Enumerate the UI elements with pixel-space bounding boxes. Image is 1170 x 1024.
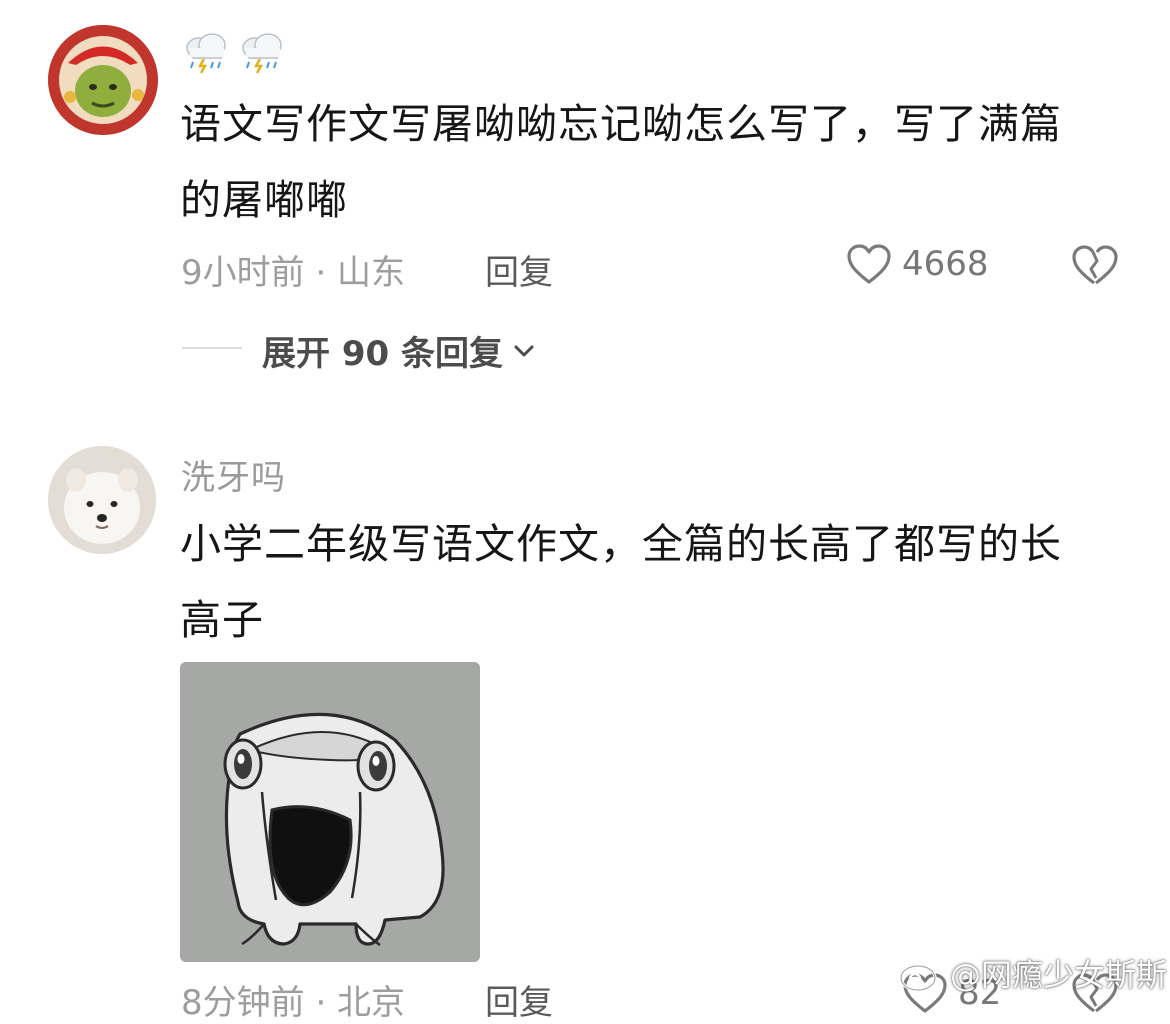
heart-icon <box>847 244 891 284</box>
comment-body: 小学二年级写语文作文，全篇的长高了都写的长 高子 <box>180 506 1140 658</box>
chevron-down-icon <box>514 345 534 356</box>
comment-text-line: 小学二年级写语文作文，全篇的长高了都写的长 <box>180 520 1062 568</box>
expand-divider <box>182 347 242 349</box>
watermark-text: @网瘾少女斯斯 <box>950 958 1167 994</box>
attached-image[interactable] <box>180 662 480 962</box>
like-count: 4668 <box>902 244 989 284</box>
avatar[interactable] <box>48 446 156 554</box>
username-emoji-row[interactable] <box>182 30 286 74</box>
comment-text-line: 高子 <box>180 596 264 644</box>
broken-heart-icon <box>1072 245 1118 285</box>
thunderstorm-cloud-icon <box>186 33 226 74</box>
weibo-logo-icon <box>899 958 942 991</box>
dislike-button[interactable] <box>1071 244 1119 290</box>
reply-button[interactable]: 回复 <box>485 245 553 294</box>
username[interactable]: 洗牙吗 <box>181 450 286 499</box>
expand-replies-label: 展开 90 条回复 <box>262 334 503 374</box>
expand-replies-button[interactable]: 展开 90 条回复 <box>262 326 537 375</box>
frog-meme-image <box>180 662 480 962</box>
avatar-image <box>48 446 156 554</box>
avatar[interactable] <box>48 25 158 135</box>
like-button[interactable]: 4668 <box>846 243 989 285</box>
comment-body: 语文写作文写屠呦呦忘记呦怎么写了，写了满篇 的屠嘟嘟 <box>180 86 1140 238</box>
watermark: @网瘾少女斯斯 <box>898 950 1167 995</box>
comment-text-line: 语文写作文写屠呦呦忘记呦怎么写了，写了满篇 <box>180 100 1062 148</box>
comment-text-line: 的屠嘟嘟 <box>180 176 348 224</box>
comment-time-location: 9小时前 · 山东 <box>181 253 406 293</box>
avatar-image <box>48 25 158 135</box>
thunderstorm-cloud-icon <box>242 33 282 74</box>
